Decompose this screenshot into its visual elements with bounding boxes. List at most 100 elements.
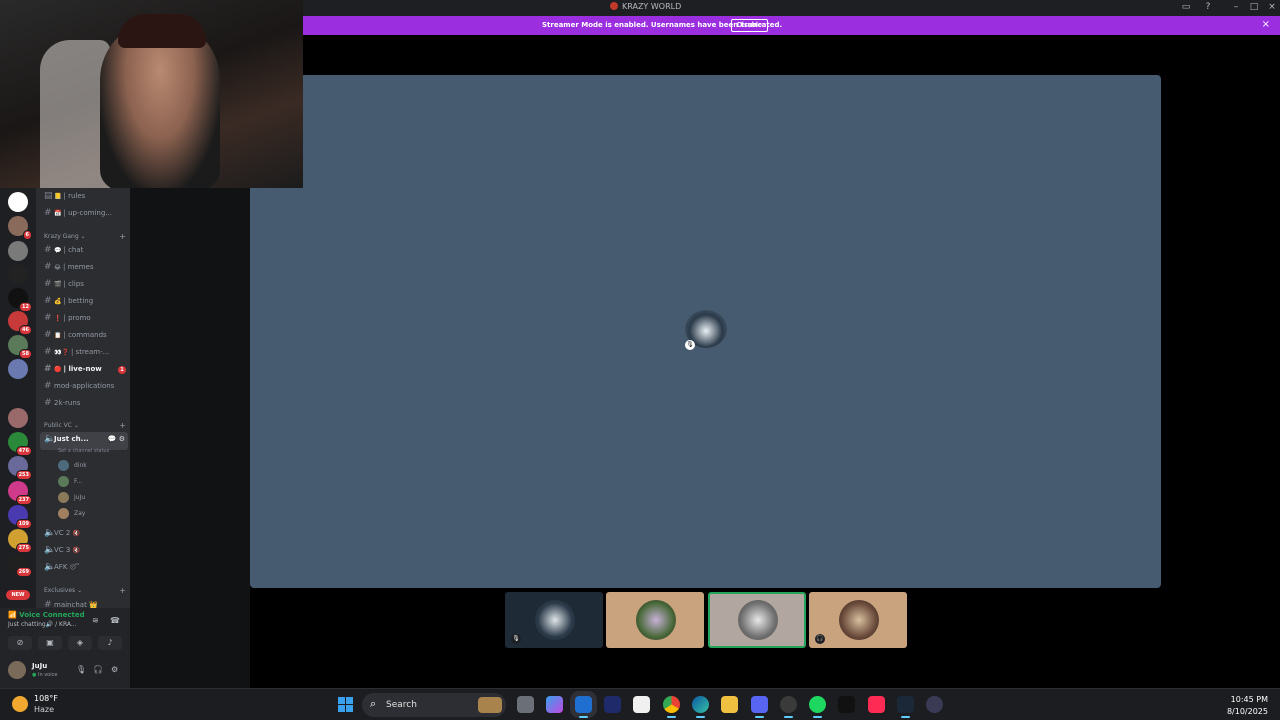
server-icon-6[interactable]: 46 bbox=[8, 311, 32, 335]
system-clock[interactable]: 10:45 PM 8/10/2025 bbox=[1227, 694, 1268, 718]
server-icon-3[interactable] bbox=[8, 241, 28, 261]
add-channel-icon[interactable]: + bbox=[119, 232, 126, 241]
soundboard-button[interactable]: ♪ bbox=[98, 636, 122, 650]
channel-label: memes bbox=[67, 263, 94, 271]
server-icon-8[interactable] bbox=[8, 359, 28, 379]
category-exclusives[interactable]: Exclusives ⌄ + bbox=[44, 586, 126, 595]
category-public-vc[interactable]: Public VC ⌄ + bbox=[44, 421, 126, 430]
help-icon[interactable]: ? bbox=[1202, 2, 1214, 12]
server-icon-7[interactable]: 58 bbox=[8, 335, 32, 359]
microphone-icon[interactable]: 🎙 bbox=[76, 665, 86, 674]
vc-member[interactable]: F... bbox=[58, 476, 82, 488]
server-icon-15[interactable]: 269 bbox=[8, 553, 32, 577]
avatar bbox=[58, 460, 69, 471]
channel-emoji: 💰 bbox=[54, 298, 62, 305]
copilot-icon[interactable] bbox=[546, 696, 563, 713]
server-icon-4[interactable] bbox=[8, 264, 28, 284]
discord-icon[interactable] bbox=[751, 696, 768, 718]
file-explorer-icon[interactable] bbox=[721, 696, 738, 713]
maximize-button[interactable]: □ bbox=[1248, 2, 1260, 12]
channel-emoji: 👀❓ bbox=[54, 349, 69, 356]
server-icon-14[interactable]: 275 bbox=[8, 529, 32, 553]
avatar bbox=[58, 492, 69, 503]
vc-member[interactable]: Zay bbox=[58, 508, 85, 520]
taskbar-search[interactable]: ⌕ Search bbox=[362, 693, 506, 717]
app-icon[interactable] bbox=[926, 696, 943, 713]
edge-icon[interactable] bbox=[692, 696, 709, 718]
participant-tile-4[interactable]: 🎧 bbox=[809, 592, 907, 648]
channel-mod-applications[interactable]: # mod-applications bbox=[40, 379, 128, 394]
channel-commands[interactable]: # 📋 | commands bbox=[40, 328, 128, 343]
channel-2k-runs[interactable]: #2k-runs bbox=[40, 396, 128, 411]
server-icon-10[interactable]: 476 bbox=[8, 432, 32, 456]
server-icon-12[interactable]: 237 bbox=[8, 481, 32, 505]
server-icon-9[interactable] bbox=[8, 408, 28, 428]
add-channel-icon[interactable]: + bbox=[119, 586, 126, 595]
headphones-icon[interactable]: 🎧 bbox=[93, 665, 103, 674]
spotify-icon[interactable] bbox=[809, 696, 826, 718]
close-window-button[interactable]: × bbox=[1266, 2, 1278, 12]
channel-emoji: 😂 bbox=[54, 264, 62, 271]
minimize-button[interactable]: – bbox=[1230, 2, 1242, 12]
capcut-icon[interactable] bbox=[633, 696, 650, 713]
channel-rules[interactable]: ▤📒 | rules bbox=[40, 189, 128, 204]
mention-badge: 476 bbox=[15, 446, 32, 456]
outlook-icon[interactable] bbox=[575, 696, 592, 718]
vc-member[interactable]: JuJu bbox=[58, 492, 85, 504]
disconnect-icon[interactable]: ☎ bbox=[110, 616, 120, 625]
voice-channel-vc-2[interactable]: 🔈VC 2 🔇 bbox=[40, 526, 128, 541]
noise-suppression-icon[interactable]: ≋ bbox=[92, 616, 99, 625]
hash-icon: # bbox=[44, 279, 52, 289]
channel-live-now[interactable]: # 🔴 | live-now 1 bbox=[40, 362, 128, 377]
start-tile bbox=[338, 697, 345, 704]
participant-tile-3-speaking[interactable] bbox=[708, 592, 806, 648]
streamer-mode-banner: Streamer Mode is enabled. Usernames have… bbox=[303, 16, 1280, 35]
screen-share-button[interactable]: ▣ bbox=[38, 636, 62, 650]
speaker-icon: 🔈 bbox=[44, 545, 56, 555]
activities-button[interactable]: ◈ bbox=[68, 636, 92, 650]
arc-browser-icon[interactable] bbox=[604, 696, 621, 713]
durag bbox=[118, 14, 206, 48]
channel-betting[interactable]: # 💰 | betting bbox=[40, 294, 128, 309]
server-icon-11[interactable]: 253 bbox=[8, 456, 32, 480]
windows-taskbar: 108°F Haze ⌕ Search 10:45 PM 8/10/2025 bbox=[0, 688, 1280, 720]
start-tile bbox=[338, 705, 345, 712]
voice-channel-vc-3[interactable]: 🔈VC 3 🔇 bbox=[40, 543, 128, 558]
channel-clips[interactable]: # 🎬 | clips bbox=[40, 277, 128, 292]
category-krazy-gang[interactable]: Krazy Gang ⌄ + bbox=[44, 232, 126, 241]
voice-channel-label: VC 2 bbox=[54, 529, 71, 537]
inbox-icon[interactable]: ▭ bbox=[1180, 2, 1192, 12]
banner-close-icon[interactable]: × bbox=[1262, 19, 1270, 30]
server-icon-1[interactable] bbox=[8, 192, 28, 212]
channel-emoji: 😴 bbox=[69, 564, 80, 571]
tiktok-live-studio-icon[interactable] bbox=[868, 696, 885, 713]
participant-tile-2[interactable] bbox=[606, 592, 704, 648]
hash-icon: # bbox=[44, 262, 52, 272]
server-icon-2[interactable]: 6 bbox=[8, 216, 32, 240]
channel-up-coming[interactable]: # 📅 | up-coming... bbox=[40, 206, 128, 221]
voice-connected-status[interactable]: 📶 Voice Connected bbox=[8, 611, 85, 619]
disable-streamer-mode-button[interactable]: Disable bbox=[731, 19, 768, 32]
member-name: Zay bbox=[74, 510, 86, 517]
channel-mainchat[interactable]: # mainchat 👑 bbox=[40, 598, 128, 608]
channel-label: chat bbox=[68, 246, 84, 254]
video-off-button[interactable]: ⊘ bbox=[8, 636, 32, 650]
server-icon-13[interactable]: 109 bbox=[8, 505, 32, 529]
task-view-icon[interactable] bbox=[517, 696, 534, 713]
chrome-icon[interactable] bbox=[663, 696, 680, 718]
channel-memes[interactable]: # 😂 | memes bbox=[40, 260, 128, 275]
settings-gear-icon[interactable]: ⚙ bbox=[111, 665, 118, 674]
start-button[interactable] bbox=[338, 697, 353, 712]
channel-chat[interactable]: # 💬 | chat bbox=[40, 243, 128, 258]
voice-channel-afk[interactable]: 🔈AFK 😴 bbox=[40, 560, 128, 575]
vc-member[interactable]: dink bbox=[58, 460, 87, 472]
participant-tile-1[interactable]: 🎙 bbox=[505, 592, 603, 648]
channel-promo[interactable]: # ❗ | promo bbox=[40, 311, 128, 326]
add-channel-icon[interactable]: + bbox=[119, 421, 126, 430]
tiktok-icon[interactable] bbox=[838, 696, 855, 713]
steam-icon[interactable] bbox=[897, 696, 914, 718]
obs-icon[interactable] bbox=[780, 696, 797, 718]
server-icon-5[interactable]: 12 bbox=[8, 288, 32, 312]
channel-stream-[interactable]: # 👀❓ | stream-... bbox=[40, 345, 128, 360]
channel-status[interactable]: Set a channel status bbox=[58, 448, 109, 454]
